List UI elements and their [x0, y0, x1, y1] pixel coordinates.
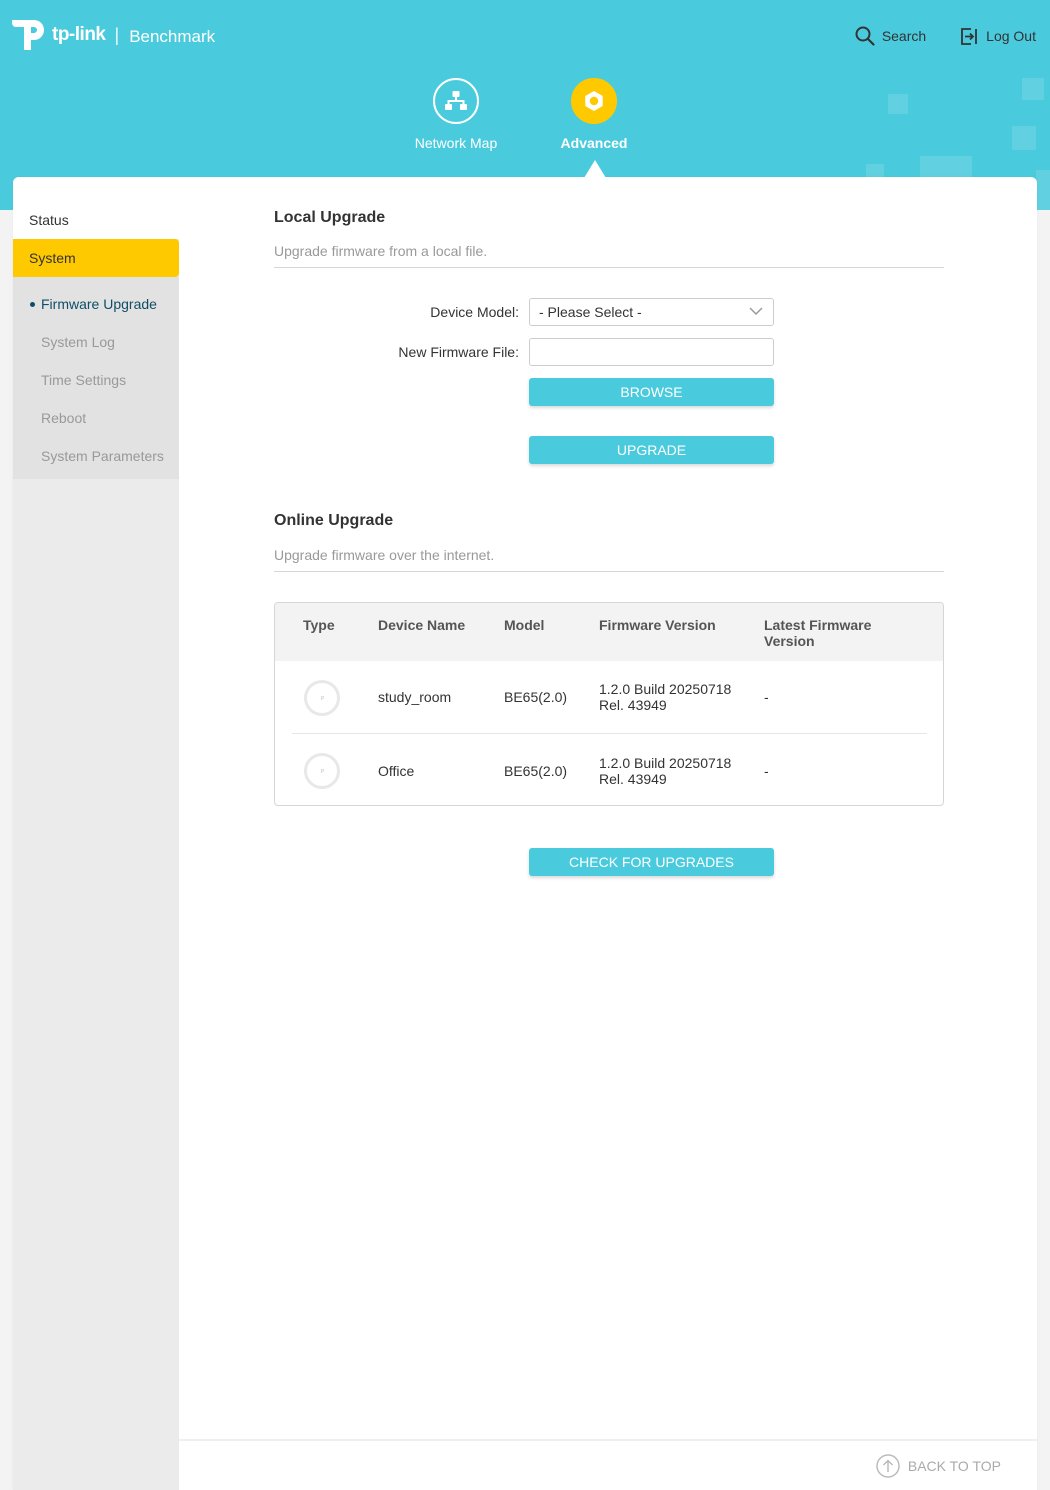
model-cell: BE65(2.0)	[504, 689, 568, 705]
active-nav-pointer	[584, 160, 606, 178]
arrow-up-circle-icon	[876, 1454, 900, 1478]
chevron-down-icon	[749, 307, 763, 316]
table-row: P Office BE65(2.0) 1.2.0 Build 20250718 …	[292, 733, 927, 805]
table-row: P study_room BE65(2.0) 1.2.0 Build 20250…	[292, 661, 927, 733]
header-decoration	[888, 94, 908, 114]
sidebar-item-status[interactable]: Status	[13, 201, 179, 239]
brand-name: tp-link	[52, 24, 106, 45]
latest-firmware-version-cell: -	[764, 689, 769, 705]
header-decoration	[1012, 126, 1036, 150]
sidebar-item-reboot[interactable]: Reboot	[13, 399, 179, 437]
back-to-top-button[interactable]: BACK TO TOP	[876, 1454, 1001, 1478]
online-upgrade-title: Online Upgrade	[274, 512, 394, 529]
firmware-version-cell: 1.2.0 Build 20250718 Rel. 43949	[599, 681, 732, 713]
column-header-model: Model	[504, 617, 545, 633]
network-map-icon	[433, 78, 479, 124]
logout-icon	[961, 28, 978, 45]
nav-network-map[interactable]: Network Map	[396, 78, 516, 151]
search-label: Search	[881, 28, 927, 44]
brand-separator: |	[114, 24, 120, 45]
device-table: Type Device Name Model Firmware Version …	[274, 602, 944, 806]
firmware-version-cell: 1.2.0 Build 20250718 Rel. 43949	[599, 755, 732, 787]
top-actions: Search Log Out	[855, 26, 1036, 46]
device-model-select[interactable]: - Please Select -	[529, 298, 774, 326]
search-button[interactable]: Search	[855, 26, 926, 46]
device-name-cell: study_room	[378, 689, 452, 705]
router-device-icon: P	[304, 680, 340, 716]
nav-advanced[interactable]: Advanced	[534, 78, 654, 151]
sidebar-menu: Status System Firmware Upgrade System Lo…	[13, 201, 179, 479]
footer: BACK TO TOP	[179, 1439, 1037, 1490]
sidebar-submenu: Firmware Upgrade System Log Time Setting…	[13, 277, 179, 479]
back-to-top-label: BACK TO TOP	[907, 1458, 1001, 1474]
sidebar-item-system-parameters[interactable]: System Parameters	[13, 437, 179, 475]
online-upgrade-description: Upgrade firmware over the internet.	[274, 547, 944, 572]
model-cell: BE65(2.0)	[504, 763, 568, 779]
firmware-file-label: New Firmware File:	[398, 344, 519, 360]
header-decoration	[1022, 78, 1044, 100]
tp-link-logo[interactable]: tp-link | Benchmark	[12, 16, 215, 54]
latest-firmware-version-cell: -	[764, 763, 769, 779]
device-name-cell: Office	[378, 763, 415, 779]
local-upgrade-description: Upgrade firmware from a local file.	[274, 243, 944, 268]
sidebar-item-system-log[interactable]: System Log	[13, 323, 179, 361]
tp-link-logo-icon	[12, 16, 48, 54]
firmware-file-input[interactable]	[529, 338, 774, 366]
logout-button[interactable]: Log Out	[959, 26, 1036, 46]
check-for-upgrades-button[interactable]: CHECK FOR UPGRADES	[529, 848, 774, 876]
browse-button[interactable]: BROWSE	[529, 378, 774, 406]
sidebar-top-spacer	[13, 177, 179, 201]
logout-label: Log Out	[986, 28, 1036, 44]
column-header-firmware-version: Firmware Version	[599, 617, 716, 633]
content: Local Upgrade Upgrade firmware from a lo…	[179, 177, 1037, 1490]
column-header-device-name: Device Name	[378, 617, 466, 633]
upgrade-button[interactable]: UPGRADE	[529, 436, 774, 464]
gear-icon	[571, 78, 617, 124]
local-upgrade-title: Local Upgrade	[274, 209, 386, 226]
router-device-icon: P	[304, 753, 340, 789]
app-name: Benchmark	[129, 27, 216, 46]
column-header-type: Type	[303, 617, 335, 633]
sidebar-item-firmware-upgrade[interactable]: Firmware Upgrade	[13, 285, 179, 323]
nav-advanced-label: Advanced	[560, 135, 628, 151]
nav-network-map-label: Network Map	[414, 135, 498, 151]
column-header-latest-firmware-version: Latest Firmware Version	[764, 617, 872, 649]
device-model-label: Device Model:	[430, 304, 519, 320]
table-header: Type Device Name Model Firmware Version …	[275, 603, 943, 661]
search-icon	[855, 26, 875, 46]
device-model-value: - Please Select -	[539, 304, 642, 320]
sidebar-item-system[interactable]: System	[13, 239, 179, 277]
sidebar-item-time-settings[interactable]: Time Settings	[13, 361, 179, 399]
header-decoration	[1036, 170, 1050, 210]
main-card: Status System Firmware Upgrade System Lo…	[13, 177, 1037, 1490]
sidebar: Status System Firmware Upgrade System Lo…	[13, 177, 179, 1490]
